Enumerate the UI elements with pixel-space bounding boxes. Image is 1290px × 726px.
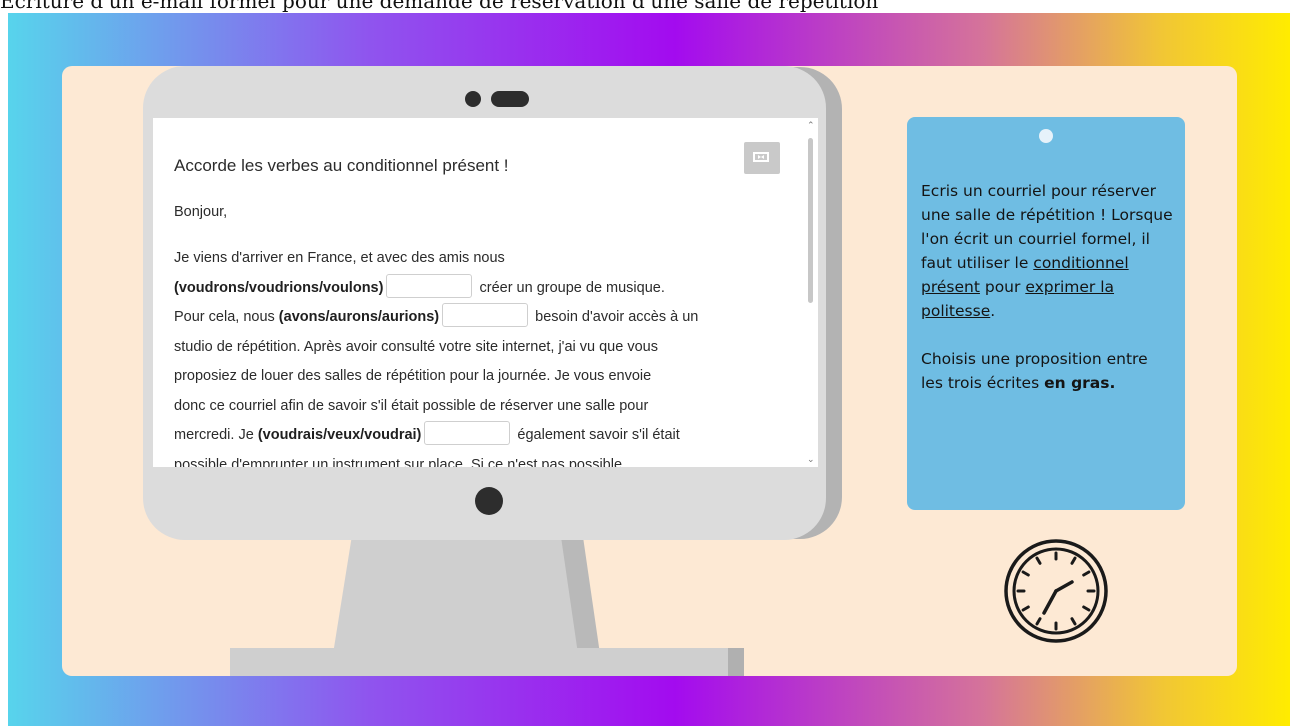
email-text: possible d'emprunter un instrument sur p…	[174, 456, 627, 468]
email-line: studio de répétition. Après avoir consul…	[174, 333, 784, 363]
email-text: également savoir s'il était	[517, 427, 680, 443]
instruction-bold: en gras.	[1044, 374, 1116, 392]
exercise-screen: Accorde les verbes au conditionnel prése…	[153, 118, 818, 467]
clock-icon	[1004, 539, 1108, 643]
instruction-text-part: pour	[984, 278, 1021, 296]
scroll-down-icon[interactable]: ⌄	[807, 454, 815, 464]
scroll-thumb[interactable]	[808, 138, 813, 303]
answer-input-1[interactable]	[386, 273, 473, 298]
page-title: Écriture d'un e-mail formel pour une dem…	[0, 0, 879, 13]
instruction-paragraph-1: Ecris un courriel pour réserver une sall…	[921, 179, 1173, 323]
scroll-up-icon[interactable]: ⌃	[807, 120, 815, 130]
monitor-base-shadow	[728, 648, 744, 676]
email-line: proposiez de louer des salles de répétit…	[174, 362, 784, 392]
answer-input-2[interactable]	[442, 303, 529, 328]
monitor-stand-neck	[333, 530, 581, 654]
instruction-text: Ecris un courriel pour réserver une sall…	[921, 179, 1173, 395]
email-line: Pour cela, nous (avons/aurons/aurions) b…	[174, 303, 784, 333]
email-text: Je viens d'arriver en France, et avec de…	[174, 250, 505, 266]
choice-bold-3: (voudrais/veux/voudrai)	[257, 427, 422, 443]
answer-input-3[interactable]	[424, 421, 511, 446]
email-line: possible d'emprunter un instrument sur p…	[174, 451, 784, 468]
webcam-sensor-icon	[491, 91, 529, 107]
email-text: donc ce courriel afin de savoir s'il éta…	[174, 397, 649, 414]
instruction-text-part: .	[990, 302, 996, 320]
instruction-panel: Ecris un courriel pour réserver une sall…	[907, 117, 1185, 510]
email-text: studio de répétition. Après avoir consul…	[174, 338, 658, 355]
instruction-paragraph-2: Choisis une proposition entre les trois …	[921, 347, 1173, 395]
choice-bold-1: (voudrons/voudrions/voulons)	[174, 279, 384, 296]
exercise-heading: Accorde les verbes au conditionnel prése…	[174, 156, 509, 175]
webcam-icon	[465, 91, 481, 107]
email-text: proposiez de louer des salles de répétit…	[174, 368, 652, 384]
expand-icon[interactable]	[744, 142, 780, 174]
email-greeting: Bonjour,	[174, 204, 228, 220]
pin-icon	[1039, 129, 1053, 143]
email-text: créer un groupe de musique.	[479, 279, 665, 296]
expand-glyph	[753, 152, 769, 162]
monitor-stand-base	[230, 648, 742, 676]
screen-scrollbar[interactable]: ⌃ ⌄	[804, 118, 818, 467]
email-text: mercredi. Je	[174, 427, 254, 443]
power-button-icon	[475, 487, 503, 515]
email-text: Pour cela, nous	[174, 309, 275, 325]
email-line: mercredi. Je (voudrais/veux/voudrai) éga…	[174, 421, 784, 451]
email-line: donc ce courriel afin de savoir s'il éta…	[174, 392, 784, 422]
choice-bold-2: (avons/aurons/aurions)	[278, 309, 440, 325]
email-text: besoin d'avoir accès à un	[535, 309, 699, 325]
email-line: Je viens d'arriver en France, et avec de…	[174, 244, 784, 274]
email-body: Je viens d'arriver en France, et avec de…	[174, 244, 784, 467]
email-line: (voudrons/voudrions/voulons) créer un gr…	[174, 273, 784, 304]
